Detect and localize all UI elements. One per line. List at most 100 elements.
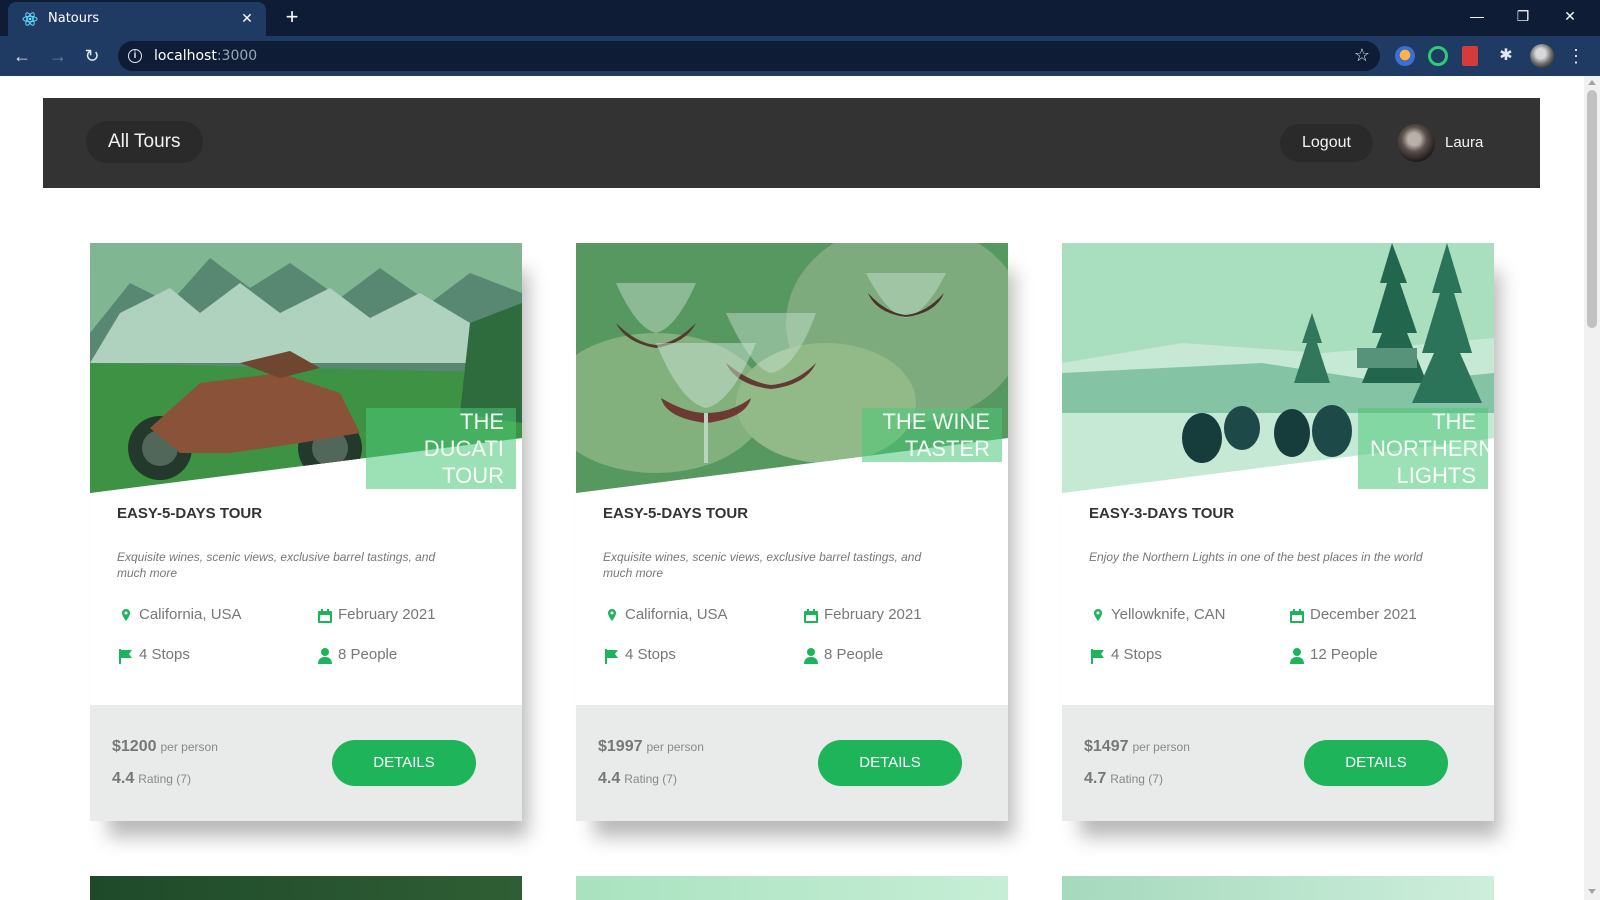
restore-icon[interactable]: ❐	[1508, 4, 1538, 28]
price-value: $1497	[1084, 738, 1129, 755]
price-value: $1997	[598, 738, 643, 755]
rating-label: Rating (7)	[1110, 772, 1163, 786]
tour-card: The Ducati Tour Easy-5-Days Tour Exquisi…	[90, 243, 522, 821]
tour-title-text: The Northern Lights	[1358, 408, 1494, 489]
map-pin-icon	[122, 609, 130, 621]
tour-footer: $1997 per person 4.4 Rating (7) Details	[576, 705, 1008, 821]
tour-title: The Wine Taster	[862, 408, 1002, 462]
url-text[interactable]: localhost:3000	[154, 48, 257, 64]
date-text: February 2021	[338, 606, 436, 623]
flag-icon	[119, 649, 132, 664]
details-button[interactable]: Details	[818, 740, 962, 786]
stops-text: 4 Stops	[139, 646, 190, 663]
date-text: February 2021	[824, 606, 922, 623]
price-value: $1200	[112, 738, 157, 755]
extension-target-icon[interactable]	[1428, 46, 1448, 66]
tour-card-partial	[1062, 876, 1494, 900]
location-text: California, USA	[139, 606, 242, 623]
tour-subhead: Easy-5-Days Tour	[603, 505, 749, 522]
rating-value: 4.7	[1084, 770, 1107, 787]
logout-button[interactable]: Logout	[1280, 124, 1373, 162]
browser-tab-strip: Natours ✕ + — ❐ ✕	[0, 0, 1600, 36]
react-favicon-icon	[22, 12, 38, 26]
tour-price: $1200 per person	[112, 738, 218, 756]
person-icon	[1290, 648, 1304, 664]
bookmark-star-icon[interactable]: ☆	[1354, 45, 1370, 66]
back-icon[interactable]: ←	[10, 44, 34, 68]
tour-footer: $1497 per person 4.7 Rating (7) Details	[1062, 705, 1494, 821]
page-viewport: All Tours Logout Laura The Ducati Tour	[0, 76, 1584, 900]
rating-label: Rating (7)	[624, 772, 677, 786]
user-name[interactable]: Laura	[1445, 134, 1483, 151]
new-tab-icon[interactable]: +	[280, 6, 304, 30]
reload-icon[interactable]: ↻	[80, 44, 104, 68]
tour-title-text: The Wine Taster	[862, 408, 1002, 462]
extension-owl-icon[interactable]	[1395, 46, 1415, 66]
details-button[interactable]: Details	[332, 740, 476, 786]
site-info-icon[interactable]: i	[128, 49, 142, 63]
tour-card: The Northern Lights Easy-3-Days Tour Enj…	[1062, 243, 1494, 821]
tour-summary: Exquisite wines, scenic views, exclusive…	[603, 550, 922, 580]
price-unit: per person	[1132, 740, 1190, 754]
map-pin-icon	[608, 609, 616, 621]
tour-card: The Wine Taster Easy-5-Days Tour Exquisi…	[576, 243, 1008, 821]
price-unit: per person	[160, 740, 218, 754]
forward-icon[interactable]: →	[46, 44, 70, 68]
calendar-icon	[804, 609, 818, 623]
date-text: December 2021	[1310, 606, 1417, 623]
location-text: Yellowknife, CAN	[1111, 606, 1226, 623]
tour-rating: 4.7 Rating (7)	[1084, 770, 1163, 788]
browser-menu-icon[interactable]: ⋮	[1566, 44, 1586, 68]
person-icon	[804, 648, 818, 664]
rating-value: 4.4	[112, 770, 135, 787]
tour-price: $1497 per person	[1084, 738, 1190, 756]
price-unit: per person	[646, 740, 704, 754]
stops-text: 4 Stops	[625, 646, 676, 663]
browser-tab[interactable]: Natours ✕	[8, 2, 266, 36]
minimize-icon[interactable]: —	[1462, 4, 1492, 28]
tour-title: The Northern Lights	[1358, 408, 1494, 489]
tour-subhead: Easy-3-Days Tour	[1089, 505, 1235, 522]
tour-rating: 4.4 Rating (7)	[112, 770, 191, 788]
flag-icon	[605, 649, 618, 664]
scroll-thumb[interactable]	[1587, 90, 1597, 328]
details-button[interactable]: Details	[1304, 740, 1448, 786]
stops-text: 4 Stops	[1111, 646, 1162, 663]
scroll-up-arrow-icon[interactable]	[1588, 80, 1596, 85]
user-avatar[interactable]	[1397, 124, 1435, 162]
scroll-down-arrow-icon[interactable]	[1588, 889, 1596, 894]
people-text: 8 People	[338, 646, 398, 663]
flag-icon	[1091, 649, 1104, 664]
person-icon	[318, 648, 332, 664]
rating-label: Rating (7)	[138, 772, 191, 786]
url-host: localhost	[154, 48, 217, 64]
tab-close-icon[interactable]: ✕	[238, 9, 256, 27]
site-header: All Tours Logout Laura	[43, 98, 1540, 188]
url-port: :3000	[216, 48, 258, 64]
tour-footer: $1200 per person 4.4 Rating (7) Details	[90, 705, 522, 821]
people-text: 12 People	[1310, 646, 1378, 663]
all-tours-link[interactable]: All Tours	[86, 121, 203, 163]
tour-title-text: The Ducati Tour	[366, 408, 516, 489]
profile-avatar-icon[interactable]	[1530, 44, 1554, 68]
address-bar[interactable]: i localhost:3000 ☆	[118, 41, 1380, 71]
extensions-puzzle-icon[interactable]: ✱	[1496, 46, 1516, 66]
tour-title: The Ducati Tour	[366, 408, 516, 489]
window-close-icon[interactable]: ✕	[1555, 4, 1585, 28]
tour-summary: Enjoy the Northern Lights in one of the …	[1089, 550, 1423, 564]
tour-summary: Exquisite wines, scenic views, exclusive…	[117, 550, 436, 580]
browser-toolbar: ← → ↻ i localhost:3000 ☆ ✱ ⋮	[0, 36, 1600, 76]
tour-subhead: Easy-5-Days Tour	[117, 505, 263, 522]
extension-bookmark-icon[interactable]	[1462, 46, 1478, 66]
tour-price: $1997 per person	[598, 738, 704, 756]
tour-card-partial	[576, 876, 1008, 900]
tour-rating: 4.4 Rating (7)	[598, 770, 677, 788]
rating-value: 4.4	[598, 770, 621, 787]
page-scrollbar[interactable]	[1584, 76, 1600, 900]
calendar-icon	[1290, 609, 1304, 623]
people-text: 8 People	[824, 646, 884, 663]
map-pin-icon	[1094, 609, 1102, 621]
tour-card-partial	[90, 876, 522, 900]
calendar-icon	[318, 609, 332, 623]
location-text: California, USA	[625, 606, 728, 623]
